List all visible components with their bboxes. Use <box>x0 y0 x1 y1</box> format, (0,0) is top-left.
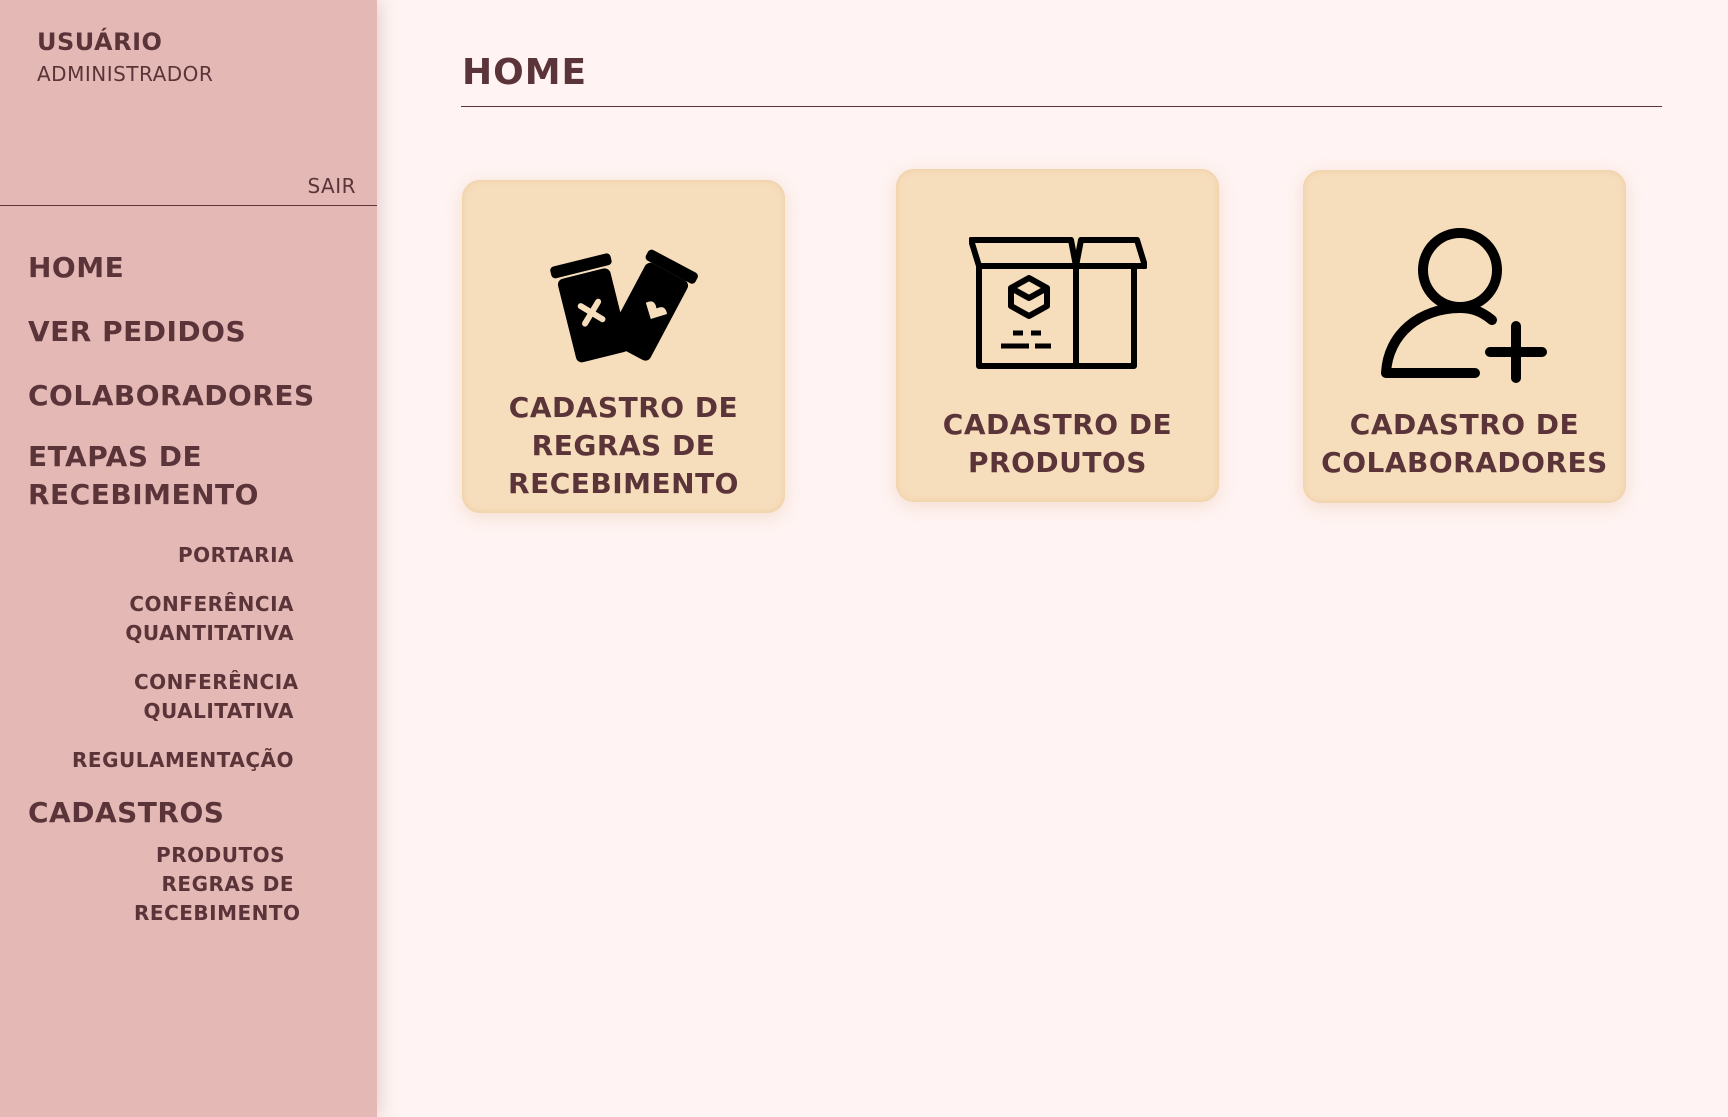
cards-icon <box>549 249 698 363</box>
sidebar-item-receiving-stages[interactable]: ETAPAS DE RECEBIMENTO <box>28 438 278 514</box>
user-name: USUÁRIO <box>37 28 163 56</box>
card-label: CADASTRO DE PRODUTOS <box>942 408 1173 479</box>
user-info: USUÁRIO ADMINISTRADOR <box>37 28 213 86</box>
card-receiving-rules[interactable]: CADASTRO DE REGRAS DE RECEBIMENTO <box>462 180 785 513</box>
sidebar: USUÁRIO ADMINISTRADOR SAIR HOME VER PEDI… <box>0 0 377 1117</box>
card-products[interactable]: CADASTRO DE PRODUTOS <box>896 169 1219 502</box>
sidebar-item-collaborators[interactable]: COLABORADORES <box>28 377 315 415</box>
sidebar-subitem-regulation[interactable]: REGULAMENTAÇÃO <box>72 746 294 775</box>
sidebar-item-orders[interactable]: VER PEDIDOS <box>28 313 246 351</box>
card-label: CADASTRO DE REGRAS DE RECEBIMENTO <box>508 391 739 500</box>
add-user-icon <box>1380 228 1547 383</box>
sidebar-subitem-qualitative[interactable]: CONFERÊNCIA QUALITATIVA <box>134 668 298 726</box>
logout-link[interactable]: SAIR <box>307 174 356 198</box>
sidebar-subitem-products[interactable]: PRODUTOS <box>156 841 285 870</box>
box-icon <box>968 237 1147 369</box>
sidebar-subitem-gatehouse[interactable]: PORTARIA <box>178 541 294 570</box>
sidebar-item-home[interactable]: HOME <box>28 249 124 287</box>
sidebar-subitem-quantitative[interactable]: CONFERÊNCIA QUANTITATIVA <box>124 590 294 648</box>
sidebar-divider <box>0 205 377 206</box>
page-title: HOME <box>462 52 588 93</box>
sidebar-subitem-receiving-rules[interactable]: REGRAS DE RECEBIMENTO <box>134 870 300 928</box>
title-divider <box>461 106 1662 107</box>
sidebar-item-registrations[interactable]: CADASTROS <box>28 794 224 832</box>
user-role: ADMINISTRADOR <box>37 62 214 86</box>
card-label: CADASTRO DE COLABORADORES <box>1321 408 1608 479</box>
card-collaborators[interactable]: CADASTRO DE COLABORADORES <box>1303 170 1626 503</box>
